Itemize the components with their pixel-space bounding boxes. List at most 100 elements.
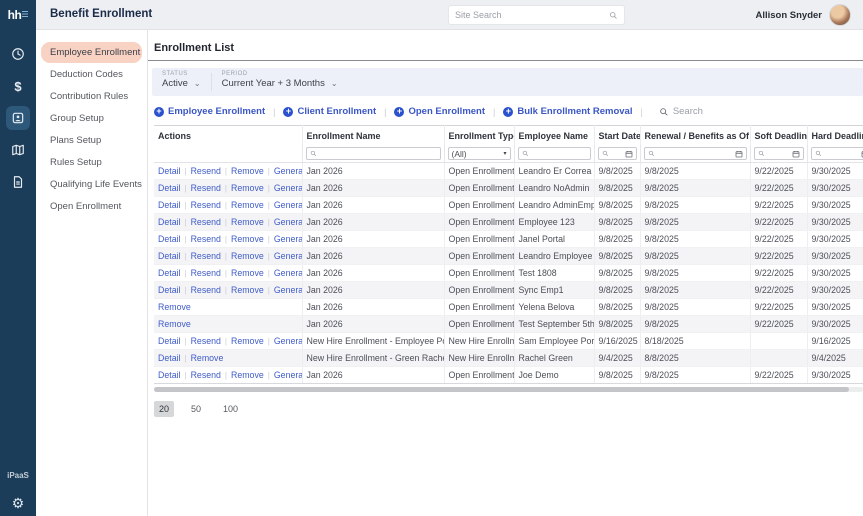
row-action-generate-link[interactable]: Generate Link <box>274 217 302 227</box>
row-action-resend[interactable]: Resend <box>191 166 221 176</box>
col-employee-name[interactable]: Employee Name <box>514 126 594 146</box>
calendar-icon[interactable] <box>625 150 633 158</box>
avatar[interactable] <box>829 4 851 26</box>
row-action-resend[interactable]: Resend <box>191 217 221 227</box>
list-search[interactable]: Search <box>659 106 703 117</box>
row-action-resend[interactable]: Resend <box>191 183 221 193</box>
sidebar-item-deduction-codes[interactable]: Deduction Codes <box>41 64 142 85</box>
row-action-remove[interactable]: Remove <box>158 319 191 329</box>
row-action-resend[interactable]: Resend <box>191 234 221 244</box>
open-enrollment-button[interactable]: +Open Enrollment <box>394 106 485 117</box>
start-date-filter-input[interactable] <box>609 149 625 158</box>
row-action-generate-link[interactable]: Generate Link <box>274 166 302 176</box>
col-enrollment-name[interactable]: Enrollment Name <box>302 126 444 146</box>
row-action-generate-link[interactable]: Generate Link <box>274 268 302 278</box>
row-action-detail[interactable]: Detail <box>158 200 181 210</box>
user-menu[interactable]: Allison Snyder <box>755 0 851 30</box>
cell-enrollment-name: Jan 2026 <box>302 231 444 248</box>
row-action-remove[interactable]: Remove <box>191 353 224 363</box>
soft-deadline-filter-input[interactable] <box>765 149 792 158</box>
employee-enrollment-button[interactable]: +Employee Enrollment <box>154 106 265 117</box>
row-action-detail[interactable]: Detail <box>158 268 181 278</box>
row-action-generate-link[interactable]: Generate Link <box>274 251 302 261</box>
row-action-remove[interactable]: Remove <box>231 183 264 193</box>
row-action-detail[interactable]: Detail <box>158 370 181 380</box>
row-action-detail[interactable]: Detail <box>158 217 181 227</box>
bulk-enrollment-removal-button[interactable]: +Bulk Enrollment Removal <box>503 106 632 117</box>
row-action-detail[interactable]: Detail <box>158 285 181 295</box>
sidebar-item-qualifying-life-events[interactable]: Qualifying Life Events <box>41 174 142 195</box>
row-action-generate-link[interactable]: Generate Link <box>274 200 302 210</box>
cell-hard-deadline: 9/30/2025 <box>807 197 863 214</box>
dollar-icon[interactable]: $ <box>6 74 30 98</box>
row-action-generate-link[interactable]: Generate Link <box>274 285 302 295</box>
sidebar-item-rules-setup[interactable]: Rules Setup <box>41 152 142 173</box>
horizontal-scrollbar-thumb[interactable] <box>154 387 849 392</box>
row-action-detail[interactable]: Detail <box>158 234 181 244</box>
row-action-generate-link[interactable]: Generate Link <box>274 183 302 193</box>
map-icon[interactable] <box>6 138 30 162</box>
row-action-remove[interactable]: Remove <box>158 302 191 312</box>
row-action-remove[interactable]: Remove <box>231 200 264 210</box>
enrollment-name-filter-input[interactable] <box>317 149 437 158</box>
sidebar-item-employee-enrollment[interactable]: Employee Enrollment <box>41 42 142 63</box>
col-actions[interactable]: Actions <box>154 126 302 146</box>
site-search-input[interactable] <box>455 10 609 20</box>
row-action-remove[interactable]: Remove <box>231 217 264 227</box>
page-size-50[interactable]: 50 <box>186 401 206 417</box>
row-action-generate-link[interactable]: Generate Link <box>274 234 302 244</box>
hard-deadline-filter-input[interactable] <box>822 149 861 158</box>
row-action-resend[interactable]: Resend <box>191 370 221 380</box>
calendar-icon[interactable] <box>735 150 743 158</box>
cell-start-date: 9/4/2025 <box>594 350 640 367</box>
row-action-resend[interactable]: Resend <box>191 285 221 295</box>
row-action-detail[interactable]: Detail <box>158 166 181 176</box>
row-action-remove[interactable]: Remove <box>231 268 264 278</box>
enrollment-type-filter-select[interactable]: (All)▾ <box>448 147 511 160</box>
col-hard-deadline[interactable]: Hard Deadline <box>807 126 863 146</box>
renewal-benefits-as-of-date-filter-input[interactable] <box>655 149 735 158</box>
cell-renewal-date: 9/8/2025 <box>640 180 750 197</box>
calendar-icon[interactable] <box>792 150 800 158</box>
col-enrollment-type[interactable]: Enrollment Type <box>444 126 514 146</box>
magnifier-icon <box>758 150 765 157</box>
horizontal-scrollbar-track[interactable] <box>154 387 863 392</box>
row-action-detail[interactable]: Detail <box>158 336 181 346</box>
period-filter[interactable]: PERIOD Current Year + 3 Months⌄ <box>212 68 348 96</box>
cell-renewal-date: 9/8/2025 <box>640 214 750 231</box>
employee-name-filter-input[interactable] <box>529 149 587 158</box>
row-action-resend[interactable]: Resend <box>191 268 221 278</box>
sidebar-item-open-enrollment[interactable]: Open Enrollment <box>41 196 142 217</box>
row-action-detail[interactable]: Detail <box>158 353 181 363</box>
row-action-remove[interactable]: Remove <box>231 336 264 346</box>
row-action-remove[interactable]: Remove <box>231 285 264 295</box>
row-action-remove[interactable]: Remove <box>231 251 264 261</box>
row-action-detail[interactable]: Detail <box>158 251 181 261</box>
clock-icon[interactable] <box>6 42 30 66</box>
sidebar-item-group-setup[interactable]: Group Setup <box>41 108 142 129</box>
row-action-remove[interactable]: Remove <box>231 166 264 176</box>
separator: | <box>268 184 270 193</box>
row-action-generate-link[interactable]: Generate Link <box>274 370 302 380</box>
row-action-remove[interactable]: Remove <box>231 234 264 244</box>
enrollment-icon[interactable] <box>6 106 30 130</box>
row-action-resend[interactable]: Resend <box>191 200 221 210</box>
page-size-100[interactable]: 100 <box>218 401 243 417</box>
hh2-logo[interactable]: hh <box>0 0 36 30</box>
sidebar-item-contribution-rules[interactable]: Contribution Rules <box>41 86 142 107</box>
gear-icon[interactable]: ⚙ <box>0 496 36 510</box>
row-action-remove[interactable]: Remove <box>231 370 264 380</box>
col-renewal-date[interactable]: Renewal / Benefits as Of Date <box>640 126 750 146</box>
client-enrollment-button[interactable]: +Client Enrollment <box>283 106 376 117</box>
row-action-resend[interactable]: Resend <box>191 251 221 261</box>
col-start-date[interactable]: Start Date <box>594 126 640 146</box>
status-filter[interactable]: STATUS Active⌄ <box>152 68 211 96</box>
row-action-resend[interactable]: Resend <box>191 336 221 346</box>
row-action-generate-link[interactable]: Generate Link <box>274 336 302 346</box>
row-action-detail[interactable]: Detail <box>158 183 181 193</box>
sidebar-item-plans-setup[interactable]: Plans Setup <box>41 130 142 151</box>
cell-hard-deadline: 9/30/2025 <box>807 282 863 299</box>
document-icon[interactable] <box>6 170 30 194</box>
col-soft-deadline[interactable]: Soft Deadline <box>750 126 807 146</box>
page-size-20[interactable]: 20 <box>154 401 174 417</box>
